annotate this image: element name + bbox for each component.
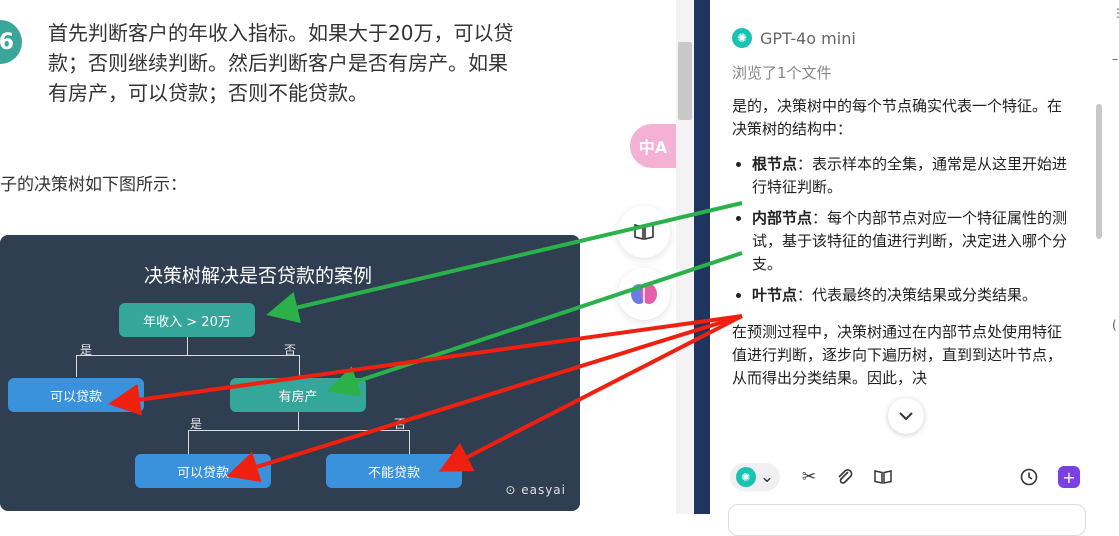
answer-followup: 在预测过程中，决策树通过在内部节点处使用特征值进行判断，逐步向下遍历树，直到到达…	[732, 323, 1063, 387]
brand-watermark: ⊙ easyai	[505, 483, 566, 497]
panel-scrollbar[interactable]	[1092, 0, 1119, 514]
diagram-title: 决策树解决是否贷款的案例	[143, 265, 372, 287]
panel-divider	[694, 0, 710, 514]
tree-connector	[299, 355, 300, 377]
model-header: ✺ GPT-4o mini	[732, 28, 856, 48]
brain-icon[interactable]	[618, 268, 670, 320]
internal-node-has-house: 有房产	[230, 378, 366, 412]
list-item: 根节点：表示样本的全集，通常是从这里开始进行特征判断。	[752, 153, 1072, 199]
article-scrollbar-thumb[interactable]	[678, 42, 692, 120]
model-select-button[interactable]: ✺ ⌄	[730, 463, 780, 491]
attach-icon[interactable]	[834, 463, 856, 491]
root-node: 年收入 > 20万	[119, 303, 255, 337]
assistant-answer: 是的，决策树中的每个节点确实代表一个特征。在决策树的结构中： 根节点：表示样本的…	[732, 95, 1072, 390]
edge-paren-icon[interactable]: (	[1112, 318, 1117, 332]
edge-menu-icon[interactable]: ⋮	[1112, 6, 1119, 20]
leaf-node-can-loan: 可以贷款	[135, 454, 271, 488]
tree-connector	[76, 355, 77, 377]
term-desc: ：表示样本的全集，通常是从这里开始进行特征判断。	[752, 155, 1068, 196]
chat-toolbar: ✺ ⌄ ✂ +	[710, 455, 1092, 499]
list-item: 内部节点：每个内部节点对应一个特征属性的测试，基于该特征的值进行判断，决定进入哪…	[752, 207, 1072, 276]
scissors-icon[interactable]: ✂	[798, 463, 820, 491]
step-number-badge: 6	[0, 20, 22, 64]
paragraph-line: 有房产，可以贷款；否则不能贷款。	[48, 81, 368, 105]
openai-icon: ✺	[735, 467, 756, 487]
article-paragraph: 首先判断客户的年收入指标。如果大于20万，可以贷 款；否则继续判断。然后判断客户…	[48, 18, 578, 108]
openai-icon: ✺	[732, 28, 752, 48]
translate-button[interactable]: 中A	[630, 124, 676, 168]
book-open-icon[interactable]	[618, 206, 670, 258]
edge-label-no: 否	[394, 417, 407, 431]
term: 叶节点	[752, 286, 798, 304]
paragraph-line: 款；否则继续判断。然后判断客户是否有房产。如果	[48, 51, 508, 75]
tree-connector	[76, 355, 300, 356]
brand-label: easyai	[521, 483, 566, 497]
tree-connector	[187, 337, 188, 355]
chat-input[interactable]	[728, 504, 1086, 536]
tree-connector	[188, 430, 189, 454]
scroll-down-button[interactable]	[888, 398, 924, 434]
tree-connector	[409, 430, 410, 454]
paragraph-line: 首先判断客户的年收入指标。如果大于20万，可以贷	[48, 21, 514, 45]
browse-status[interactable]: 浏览了1个文件	[732, 62, 832, 83]
history-icon[interactable]	[1018, 463, 1040, 491]
edge-label-no: 否	[284, 343, 297, 357]
term: 内部节点	[752, 209, 813, 227]
book-icon[interactable]	[872, 463, 894, 491]
edge-label-yes: 是	[190, 417, 203, 431]
decision-tree-figure: 决策树解决是否贷款的案例 年收入 > 20万 是 否 可以贷款 有房产 是 否 …	[0, 235, 580, 511]
tree-connector	[188, 430, 410, 431]
term-desc: ：代表最终的决策结果或分类结果。	[797, 286, 1038, 304]
edge-label-yes: 是	[80, 343, 93, 357]
leaf-node-can-loan: 可以贷款	[8, 378, 144, 412]
new-chat-button[interactable]: +	[1058, 466, 1080, 488]
list-item: 叶节点：代表最终的决策结果或分类结果。	[752, 284, 1072, 307]
panel-scrollbar-thumb[interactable]	[1096, 104, 1102, 239]
leaf-node-cannot-loan: 不能贷款	[326, 454, 462, 488]
term: 根节点	[752, 155, 798, 173]
chat-panel: ✺ GPT-4o mini 浏览了1个文件 是的，决策树中的每个节点确实代表一个…	[710, 0, 1092, 536]
answer-intro: 是的，决策树中的每个节点确实代表一个特征。在决策树的结构中：	[732, 97, 1063, 138]
tree-connector	[298, 412, 299, 430]
edge-minus-icon[interactable]: –	[1112, 52, 1118, 66]
figure-caption: 子的决策树如下图所示：	[0, 175, 187, 195]
chevron-down-icon: ⌄	[759, 467, 775, 487]
answer-list: 根节点：表示样本的全集，通常是从这里开始进行特征判断。 内部节点：每个内部节点对…	[732, 153, 1072, 307]
model-name: GPT-4o mini	[760, 28, 856, 48]
article-area: 6 首先判断客户的年收入指标。如果大于20万，可以贷 款；否则继续判断。然后判断…	[0, 0, 656, 514]
